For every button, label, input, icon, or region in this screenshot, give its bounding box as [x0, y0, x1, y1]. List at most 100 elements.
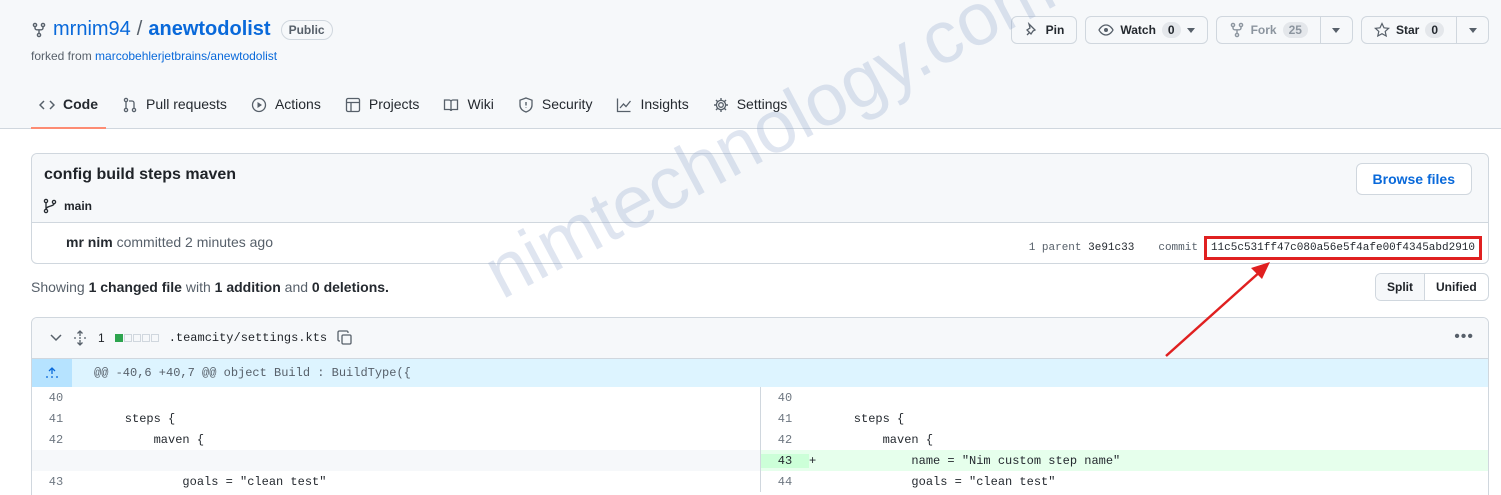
repo-forked-icon [32, 22, 46, 37]
star-label: Star [1395, 23, 1420, 37]
split-diff: 40 41 steps { 42 maven { 43 goals = "cle… [32, 387, 1488, 492]
commit-box: config build steps maven main Browse fil… [31, 153, 1489, 264]
diff-summary: Showing 1 changed file with 1 addition a… [31, 279, 389, 295]
fork-dropdown-caret[interactable] [1319, 17, 1352, 43]
diff-row: 44 goals = "clean test" [761, 471, 1488, 492]
git-pull-request-icon [123, 97, 137, 113]
summary-additions: 1 addition [214, 279, 281, 295]
tab-label: Pull requests [146, 96, 227, 112]
diff-right: 40 41 steps { 42 maven { 43 + name = "Nim… [760, 387, 1488, 492]
file-path[interactable]: .teamcity/settings.kts [169, 331, 327, 345]
summary-showing: Showing [31, 279, 85, 295]
book-icon [444, 99, 459, 112]
line-number[interactable]: 42 [32, 433, 80, 447]
diffstat-bar [114, 334, 159, 342]
line-number[interactable]: 43 [761, 453, 809, 468]
chevron-down-icon [1332, 27, 1341, 33]
commit-meta: mr nim committed 2 minutes ago [66, 234, 273, 250]
tab-code[interactable]: Code [31, 84, 106, 129]
commit-branch[interactable]: main [42, 198, 92, 214]
line-number[interactable]: 41 [761, 412, 809, 426]
commit-title: config build steps maven [44, 166, 237, 183]
visibility-badge: Public [280, 19, 333, 40]
expand-up-icon[interactable] [32, 359, 72, 387]
unified-view-button[interactable]: Unified [1425, 274, 1488, 300]
watch-count: 0 [1161, 22, 1181, 38]
split-view-button[interactable]: Split [1376, 274, 1425, 300]
copy-icon[interactable] [337, 330, 353, 346]
line-number[interactable]: 43 [32, 475, 80, 489]
tab-security[interactable]: Security [510, 84, 601, 129]
summary-changed[interactable]: 1 changed file [89, 279, 182, 295]
chevron-down-icon [1468, 27, 1477, 33]
chevron-down-icon [1186, 27, 1195, 33]
tab-label: Settings [736, 96, 788, 112]
diff-row: 40 [32, 387, 760, 408]
watch-label: Watch [1120, 23, 1156, 37]
git-branch-icon [43, 198, 57, 214]
branch-name: main [64, 199, 93, 213]
commit-label: commit [1158, 242, 1198, 254]
commit-sha: 11c5c531ff47c080a56e5f4afe00f4345abd2910 [1203, 236, 1482, 260]
parent-sha-link[interactable]: 3e91c33 [1088, 242, 1134, 254]
tab-wiki[interactable]: Wiki [435, 84, 501, 129]
repo-header: mrnim94 / anewtodolist Public forked fro… [0, 0, 1501, 129]
repo-name-link[interactable]: anewtodolist [148, 18, 270, 41]
line-number[interactable]: 40 [32, 391, 80, 405]
diff-line-count: 1 [98, 331, 105, 345]
code-line: maven { [825, 432, 934, 447]
tab-label: Projects [368, 96, 420, 112]
forked-from-label: forked from [31, 49, 96, 63]
repo-owner-link[interactable]: mrnim94 [53, 18, 131, 41]
gear-icon [713, 98, 728, 112]
star-button[interactable]: Star 0 [1360, 16, 1489, 44]
repo-nav: Code Pull requests Actions Projects Wiki… [31, 84, 803, 129]
diff-row: 42 maven { [761, 429, 1488, 450]
kebab-horizontal-icon[interactable]: ••• [1454, 328, 1474, 346]
diffstat-neutral-block [150, 334, 159, 342]
diff-row: 42 maven { [32, 429, 760, 450]
code-line: goals = "clean test" [96, 474, 327, 489]
commit-time: committed 2 minutes ago [116, 234, 273, 250]
line-number[interactable]: 42 [761, 433, 809, 447]
forked-from-link[interactable]: marcobehlerjetbrains/anewtodolist [95, 49, 277, 63]
eye-icon [1098, 24, 1115, 36]
hunk-header: @@ -40,6 +40,7 @@ object Build : BuildTy… [32, 359, 1488, 387]
diff-row: 41 steps { [761, 408, 1488, 429]
browse-files-button[interactable]: Browse files [1355, 163, 1472, 195]
tab-settings[interactable]: Settings [705, 84, 796, 129]
table-icon [345, 97, 361, 113]
parent-info: 1 parent 3e91c33 [1029, 242, 1135, 254]
repo-separator: / [136, 18, 143, 40]
diffstat-neutral-block [123, 334, 132, 342]
diffstat-add-block [114, 334, 123, 342]
diff-row: 43 goals = "clean test" [32, 471, 760, 492]
diff-view-toggle: Split Unified [1375, 273, 1489, 301]
hunk-text: @@ -40,6 +40,7 @@ object Build : BuildTy… [94, 366, 411, 380]
commit-header: config build steps maven main Browse fil… [32, 154, 1488, 223]
tab-label: Insights [640, 96, 689, 112]
diff-row-empty [32, 450, 760, 471]
diff-row-added: 43 + name = "Nim custom step name" [761, 450, 1488, 471]
star-dropdown-caret[interactable] [1456, 17, 1488, 43]
pin-button[interactable]: Pin [1010, 16, 1078, 44]
diff-row: 40 [761, 387, 1488, 408]
line-number[interactable]: 41 [32, 412, 80, 426]
forked-from: forked from marcobehlerjetbrains/anewtod… [31, 49, 277, 63]
chevron-down-icon[interactable] [50, 334, 62, 342]
shield-icon [519, 97, 533, 113]
fork-button[interactable]: Fork 25 [1215, 16, 1353, 44]
star-icon [1373, 22, 1390, 38]
watch-button[interactable]: Watch 0 [1085, 16, 1208, 44]
tab-insights[interactable]: Insights [608, 84, 696, 129]
tab-projects[interactable]: Projects [337, 84, 428, 129]
line-number[interactable]: 44 [761, 475, 809, 489]
tab-actions[interactable]: Actions [243, 84, 329, 129]
commit-author[interactable]: mr nim [66, 234, 113, 250]
diff-sign: + [809, 453, 817, 468]
fork-count: 25 [1282, 22, 1308, 38]
line-number[interactable]: 40 [761, 391, 809, 405]
unfold-icon[interactable] [72, 330, 88, 346]
tab-pull-requests[interactable]: Pull requests [114, 84, 235, 129]
pin-label: Pin [1045, 23, 1065, 37]
